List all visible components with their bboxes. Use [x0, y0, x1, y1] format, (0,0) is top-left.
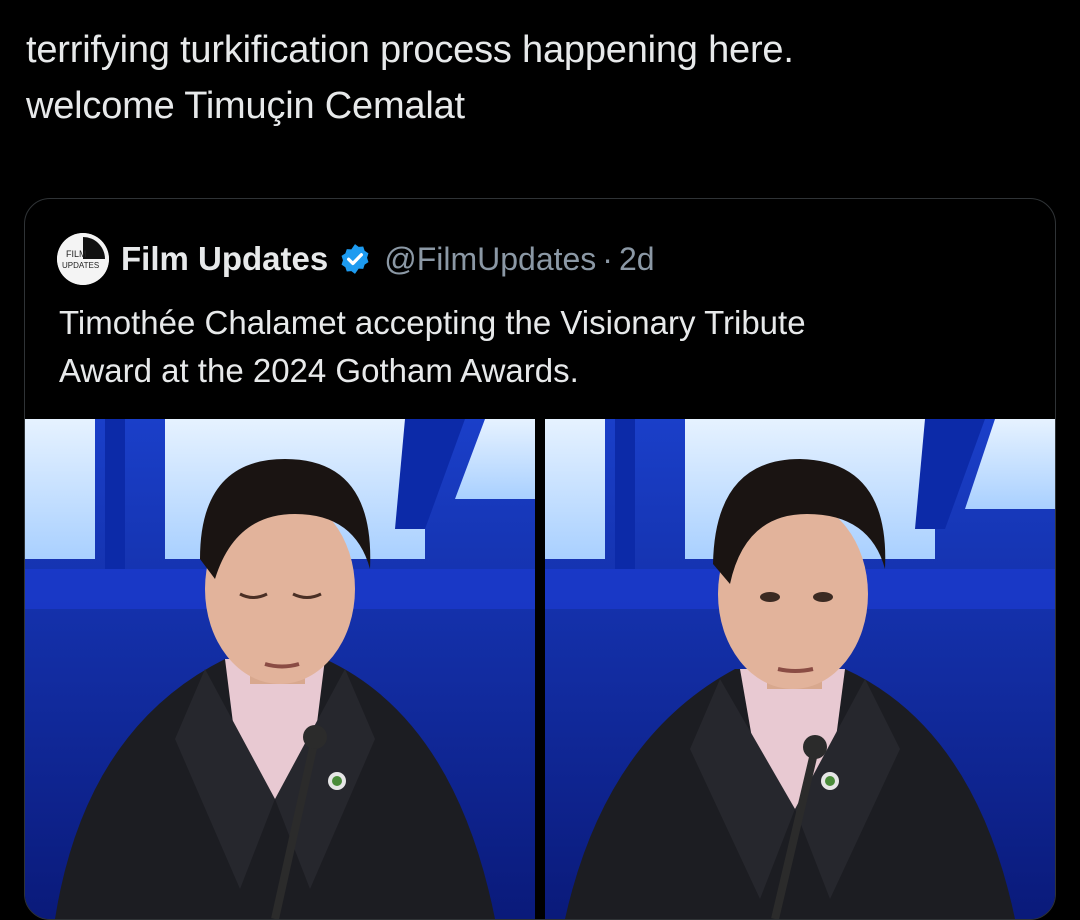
media-photo-1[interactable]	[25, 419, 535, 919]
quoted-tweet-text-line-2: Award at the 2024 Gotham Awards.	[59, 352, 579, 389]
film-updates-logo-icon: FILM UPDATES	[57, 233, 109, 285]
quoted-tweet-header: FILM UPDATES Film Updates @FilmUpdates ·…	[57, 233, 655, 285]
quoted-tweet-text-line-1: Timothée Chalamet accepting the Visionar…	[59, 304, 806, 341]
post-age[interactable]: 2d	[619, 241, 655, 278]
tweet-text-line-1: terrifying turkification process happeni…	[26, 29, 794, 71]
photo-1-illustration	[25, 419, 535, 919]
avatar-text-bottom: UPDATES	[62, 261, 99, 270]
tweet-text-line-2: welcome Timuçin Cemalat	[26, 85, 465, 127]
media-photo-2[interactable]	[545, 419, 1055, 919]
quoted-tweet-card[interactable]: FILM UPDATES Film Updates @FilmUpdates ·…	[24, 198, 1056, 920]
photo-2-illustration	[545, 419, 1055, 919]
quoted-tweet-text: Timothée Chalamet accepting the Visionar…	[59, 299, 1019, 395]
avatar[interactable]: FILM UPDATES	[57, 233, 109, 285]
avatar-text-top: FILM	[66, 249, 87, 259]
media-grid	[25, 419, 1055, 919]
verified-badge-icon	[341, 244, 369, 274]
separator-dot: ·	[602, 240, 613, 277]
display-name[interactable]: Film Updates	[121, 240, 328, 278]
handle[interactable]: @FilmUpdates	[384, 241, 596, 278]
tweet-text: terrifying turkification process happeni…	[26, 22, 1056, 134]
